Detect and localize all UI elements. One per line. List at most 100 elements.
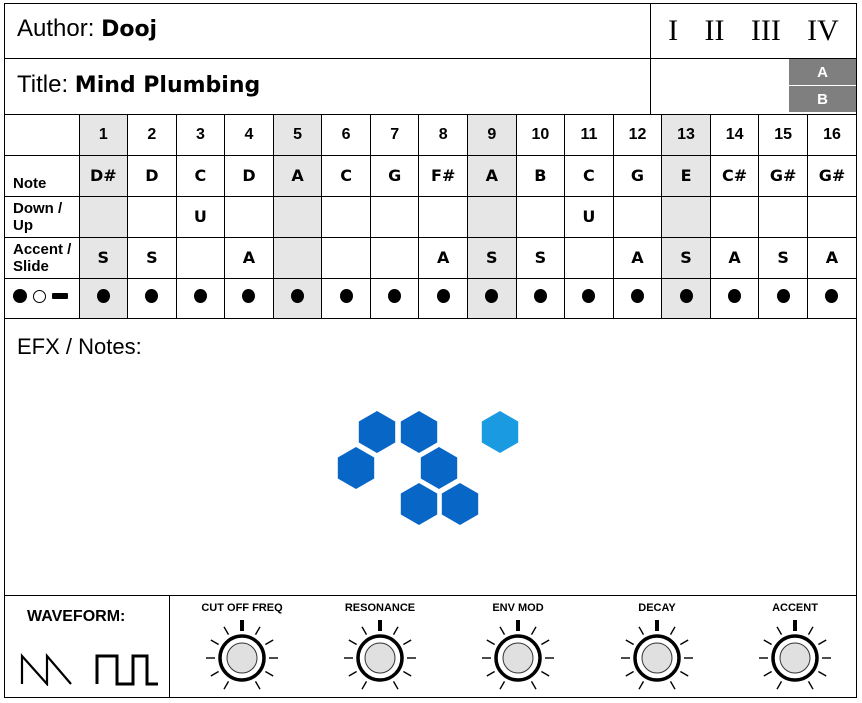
step-number-14: 14 [709,115,760,156]
step-down-up-12[interactable] [612,195,663,238]
down-up-row-label: Down / Up [5,195,80,238]
knob-tick [669,681,676,690]
step-down-up-13[interactable] [661,195,711,238]
step-accent-slide-15[interactable]: S [758,236,808,279]
knob-dial[interactable] [753,616,837,696]
knob-tick [392,626,399,635]
step-gate-15[interactable] [758,277,808,319]
step-gate-10[interactable] [515,277,566,319]
step-down-up-3[interactable]: U [175,195,226,238]
step-note-1[interactable]: D# [78,154,129,197]
step-note-11[interactable]: C [564,154,614,197]
step-down-up-14[interactable] [709,195,760,238]
step-gate-9[interactable] [467,277,517,319]
step-down-up-2[interactable] [127,195,177,238]
bank-b-button[interactable]: B [789,86,856,112]
step-gate-2[interactable] [127,277,177,319]
square-wave-icon[interactable] [95,652,159,686]
step-number-9: 9 [467,115,517,156]
step-number-15: 15 [758,115,808,156]
knob-label: CUT OFF FREQ [201,602,283,614]
step-note-2[interactable]: D [127,154,177,197]
step-gate-8[interactable] [418,277,468,319]
knob-tick [348,639,357,646]
step-accent-slide-11[interactable] [564,236,614,279]
pattern-group-2[interactable]: II [705,14,725,48]
step-accent-slide-16[interactable]: A [806,236,856,279]
pattern-group-3[interactable]: III [751,14,781,48]
step-accent-slide-5[interactable] [272,236,323,279]
step-down-up-15[interactable] [758,195,808,238]
step-down-up-11[interactable]: U [564,195,614,238]
knob-tick [680,639,689,646]
knob-dial[interactable] [476,616,560,696]
pattern-group-4[interactable]: IV [807,14,839,48]
step-accent-slide-4[interactable]: A [224,236,274,279]
step-accent-slide-1[interactable]: S [78,236,129,279]
step-down-up-7[interactable] [369,195,420,238]
sawtooth-wave-icon[interactable] [19,652,75,686]
pattern-sheet: Author: Dooj I II III IV Title: Mind Plu… [4,3,857,698]
step-note-6[interactable]: C [321,154,371,197]
step-note-3[interactable]: C [175,154,226,197]
step-note-10[interactable]: B [515,154,566,197]
step-accent-slide-2[interactable]: S [127,236,177,279]
author-field[interactable]: Author: Dooj [17,15,157,43]
step-gate-3[interactable] [175,277,226,319]
knob-tick [499,626,506,635]
step-accent-slide-9[interactable]: S [467,236,517,279]
step-accent-slide-7[interactable] [369,236,420,279]
step-gate-6[interactable] [321,277,371,319]
step-accent-slide-14[interactable]: A [709,236,760,279]
step-gate-11[interactable] [564,277,614,319]
note-row-label: Note [5,154,80,197]
step-note-9[interactable]: A [467,154,517,197]
knob-tick [223,626,230,635]
step-gate-12[interactable] [612,277,663,319]
step-gate-13[interactable] [661,277,711,319]
knob-tick [254,626,261,635]
bank-a-button[interactable]: A [789,59,856,86]
pattern-group-1[interactable]: I [668,14,678,48]
step-down-up-4[interactable] [224,195,274,238]
step-down-up-6[interactable] [321,195,371,238]
knob-tick [763,639,772,646]
step-gate-16[interactable] [806,277,856,319]
title-field[interactable]: Title: Mind Plumbing [17,71,260,99]
knob-dial[interactable] [200,616,284,696]
knob-dial[interactable] [338,616,422,696]
step-down-up-5[interactable] [272,195,323,238]
step-down-up-16[interactable] [806,195,856,238]
step-accent-slide-13[interactable]: S [661,236,711,279]
step-accent-slide-6[interactable] [321,236,371,279]
step-note-14[interactable]: C# [709,154,760,197]
step-accent-slide-3[interactable] [175,236,226,279]
knob-tick [541,639,550,646]
step-note-12[interactable]: G [612,154,663,197]
gate-note-dot-icon [388,288,402,303]
step-accent-slide-10[interactable]: S [515,236,566,279]
step-accent-slide-12[interactable]: A [612,236,663,279]
step-gate-14[interactable] [709,277,760,319]
step-note-4[interactable]: D [224,154,274,197]
step-down-up-1[interactable] [78,195,129,238]
step-note-7[interactable]: G [369,154,420,197]
knob-label: RESONANCE [344,602,416,614]
step-note-16[interactable]: G# [806,154,856,197]
step-down-up-8[interactable] [418,195,468,238]
step-gate-5[interactable] [272,277,323,319]
step-gate-7[interactable] [369,277,420,319]
step-note-8[interactable]: F# [418,154,468,197]
efx-notes-area[interactable]: EFX / Notes: [5,320,856,596]
step-gate-1[interactable] [78,277,129,319]
step-down-up-10[interactable] [515,195,566,238]
step-accent-slide-8[interactable]: A [418,236,468,279]
step-note-15[interactable]: G# [758,154,808,197]
step-gate-4[interactable] [224,277,274,319]
step-note-5[interactable]: A [272,154,323,197]
step-note-13[interactable]: E [661,154,711,197]
knob-dial[interactable] [615,616,699,696]
step-down-up-9[interactable] [467,195,517,238]
logo-hexagon [400,483,438,525]
knob-tick [625,639,634,646]
